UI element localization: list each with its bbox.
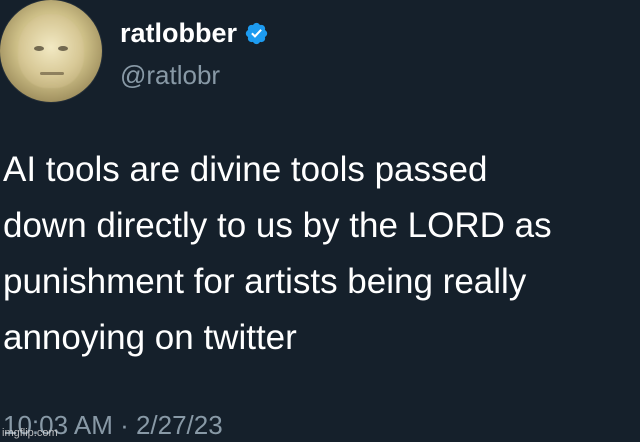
tweet-text-line: punishment for artists being really — [3, 262, 527, 301]
avatar-face — [18, 14, 84, 88]
user-handle[interactable]: @ratlobr — [120, 59, 220, 91]
avatar[interactable] — [0, 0, 102, 102]
author-name-row: ratlobber — [120, 17, 269, 49]
tweet-text: AI tools are divine tools passed down di… — [3, 142, 637, 366]
tweet-text-line: annoying on twitter — [3, 318, 297, 357]
avatar-mouth — [40, 72, 64, 75]
avatar-eye-left — [34, 46, 44, 51]
tweet-text-line: down directly to us by the LORD as — [3, 206, 552, 245]
display-name[interactable]: ratlobber — [120, 17, 237, 49]
tweet-text-line: AI tools are divine tools passed — [3, 150, 488, 189]
verified-badge-icon — [244, 21, 269, 46]
watermark: imgflip.com — [2, 427, 58, 439]
avatar-eye-right — [58, 46, 68, 51]
tweet: ratlobber @ratlobr AI tools are divine t… — [0, 0, 640, 441]
